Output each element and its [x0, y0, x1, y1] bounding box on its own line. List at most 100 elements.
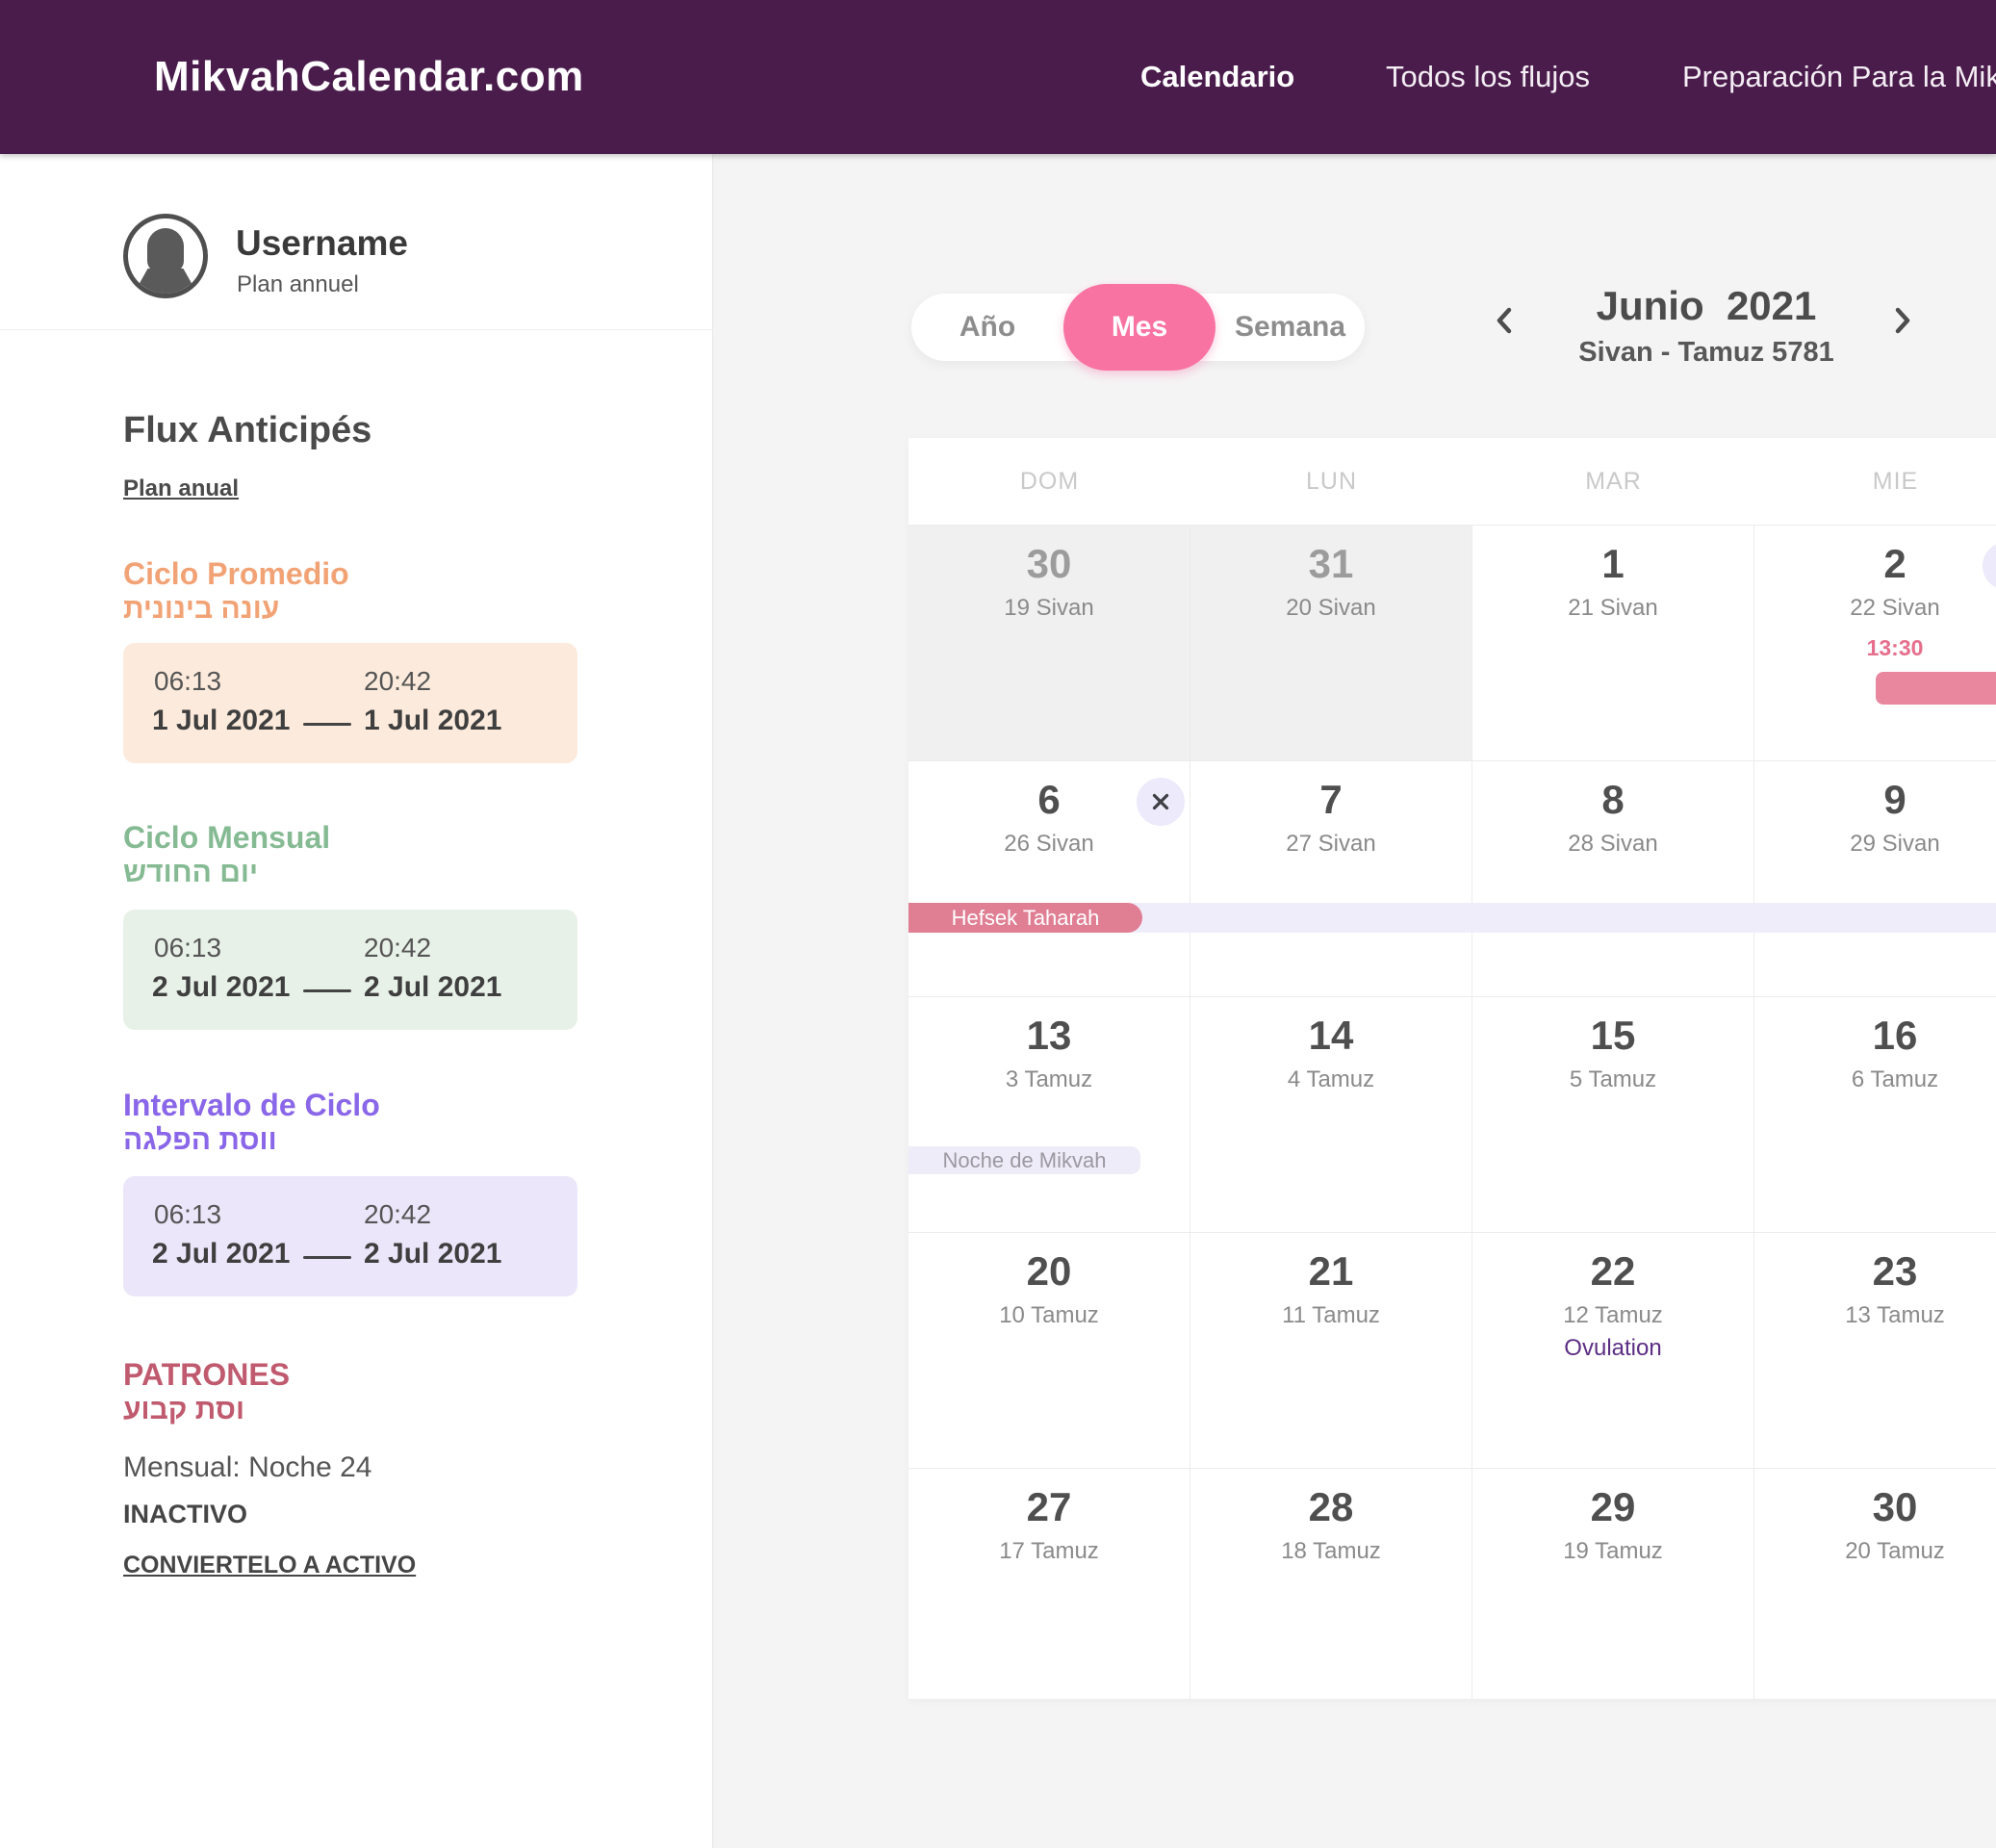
day-number: 14	[1190, 1013, 1471, 1059]
hebrew-date: 12 Tamuz	[1472, 1302, 1753, 1329]
week-row: 27 17 Tamuz 28 18 Tamuz 29 19 Tamuz 30 2…	[908, 1468, 1996, 1699]
day-cell[interactable]: 27 17 Tamuz	[908, 1469, 1190, 1699]
pattern-description: Mensual: Noche 24	[123, 1451, 372, 1484]
day-number: 2	[1754, 541, 1996, 587]
start-date: 2 Jul 2021	[152, 1238, 290, 1270]
day-cell[interactable]: 22 12 Tamuz Ovulation	[1472, 1233, 1754, 1468]
day-cell[interactable]: 14 4 Tamuz	[1190, 997, 1472, 1232]
hebrew-date: 21 Sivan	[1472, 595, 1753, 622]
day-number: 13	[908, 1013, 1190, 1059]
divider	[0, 329, 713, 330]
day-cell[interactable]: 23 13 Tamuz	[1754, 1233, 1996, 1468]
day-cell[interactable]: 8 28 Sivan	[1472, 761, 1754, 996]
day-cell[interactable]: 31 20 Sivan	[1190, 526, 1472, 760]
user-plan-label: Plan annuel	[237, 271, 359, 298]
week-row: Hefsek Taharah 6 26 Sivan 7 27 Sivan 8 2…	[908, 760, 1996, 996]
day-number: 23	[1754, 1248, 1996, 1295]
month-title: Junio 2021	[1514, 283, 1899, 329]
convert-to-active-link[interactable]: CONVIERTELO A ACTIVO	[123, 1552, 416, 1579]
intervalo-ciclo-card[interactable]: 06:13 20:42 2 Jul 2021 2 Jul 2021	[123, 1176, 577, 1296]
hebrew-date: 20 Tamuz	[1754, 1538, 1996, 1565]
day-cell[interactable]: 21 11 Tamuz	[1190, 1233, 1472, 1468]
day-number: 9	[1754, 777, 1996, 823]
weekday-mie: MIE	[1754, 438, 1996, 525]
day-cell[interactable]: 15 5 Tamuz	[1472, 997, 1754, 1232]
event-start-time: 13:30	[1754, 635, 1996, 661]
day-cell[interactable]: 9 29 Sivan	[1754, 761, 1996, 996]
hebrew-date: 4 Tamuz	[1190, 1066, 1471, 1093]
view-month-button[interactable]: Mes	[1063, 284, 1216, 371]
hebrew-date: 3 Tamuz	[908, 1066, 1190, 1093]
nav-calendario[interactable]: Calendario	[1140, 0, 1294, 154]
noche-de-mikvah-badge[interactable]: Noche de Mikvah	[908, 1146, 1140, 1174]
day-number: 15	[1472, 1013, 1753, 1059]
day-number: 20	[908, 1248, 1190, 1295]
intervalo-ciclo-hebrew: ווסת הפלגה	[123, 1124, 277, 1157]
month-grid: DOM LUN MAR MIE 30 19 Sivan 31 20 Sivan …	[908, 438, 1996, 1699]
start-time: 06:13	[154, 1199, 221, 1230]
day-cell[interactable]: 6 26 Sivan	[908, 761, 1190, 996]
day-number: 22	[1472, 1248, 1753, 1295]
day-cell[interactable]: 28 18 Tamuz	[1190, 1469, 1472, 1699]
period-event-bar[interactable]	[1876, 672, 1996, 705]
end-date: 1 Jul 2021	[364, 705, 501, 737]
ciclo-mensual-title: Ciclo Mensual	[123, 820, 330, 856]
hebrew-date: 13 Tamuz	[1754, 1302, 1996, 1329]
nav-todos-los-flujos[interactable]: Todos los flujos	[1386, 0, 1590, 154]
day-cell[interactable]: 1 21 Sivan	[1472, 526, 1754, 760]
hebrew-month-range: Sivan - Tamuz 5781	[1514, 337, 1899, 369]
ciclo-promedio-title: Ciclo Promedio	[123, 556, 349, 592]
day-number: 21	[1190, 1248, 1471, 1295]
plan-anual-link[interactable]: Plan anual	[123, 475, 239, 502]
close-icon[interactable]	[1137, 778, 1185, 826]
hebrew-date: 6 Tamuz	[1754, 1066, 1996, 1093]
hebrew-date: 19 Sivan	[908, 595, 1190, 622]
user-avatar-icon	[123, 214, 208, 298]
ciclo-mensual-card[interactable]: 06:13 20:42 2 Jul 2021 2 Jul 2021	[123, 910, 577, 1030]
hebrew-date: 5 Tamuz	[1472, 1066, 1753, 1093]
hebrew-date: 19 Tamuz	[1472, 1538, 1753, 1565]
day-cell[interactable]: 30 20 Tamuz	[1754, 1469, 1996, 1699]
hebrew-date: 11 Tamuz	[1190, 1302, 1471, 1329]
calendar-area: Año Mes Semana Junio 2021 Sivan - Tamuz …	[713, 154, 1996, 1848]
weekday-lun: LUN	[1190, 438, 1472, 525]
day-cell[interactable]: 29 19 Tamuz	[1472, 1469, 1754, 1699]
top-bar: MikvahCalendar.com Calendario Todos los …	[0, 0, 1996, 154]
patrones-title: PATRONES	[123, 1357, 290, 1393]
day-number: 31	[1190, 541, 1471, 587]
weekday-header-row: DOM LUN MAR MIE	[908, 438, 1996, 525]
hefsek-taharah-badge[interactable]: Hefsek Taharah	[908, 903, 1142, 933]
ovulation-label[interactable]: Ovulation	[1472, 1335, 1753, 1362]
app-logo[interactable]: MikvahCalendar.com	[154, 0, 584, 154]
week-row: 20 10 Tamuz 21 11 Tamuz 22 12 Tamuz Ovul…	[908, 1232, 1996, 1468]
day-cell[interactable]: 7 27 Sivan	[1190, 761, 1472, 996]
week-row: 30 19 Sivan 31 20 Sivan 1 21 Sivan 2 22 …	[908, 525, 1996, 760]
day-number: 30	[1754, 1484, 1996, 1530]
day-number: 8	[1472, 777, 1753, 823]
day-cell[interactable]: 13 3 Tamuz Noche de Mikvah	[908, 997, 1190, 1232]
day-number: 7	[1190, 777, 1471, 823]
hebrew-date: 27 Sivan	[1190, 831, 1471, 858]
day-number: 16	[1754, 1013, 1996, 1059]
day-cell[interactable]: 16 6 Tamuz	[1754, 997, 1996, 1232]
view-toggle: Año Mes Semana	[911, 294, 1365, 361]
date-range-dash	[303, 989, 351, 992]
next-month-button[interactable]	[1880, 298, 1924, 343]
start-time: 06:13	[154, 666, 221, 697]
end-time: 20:42	[364, 666, 431, 697]
start-date: 1 Jul 2021	[152, 705, 290, 737]
day-cell[interactable]: 30 19 Sivan	[908, 526, 1190, 760]
day-cell[interactable]: 20 10 Tamuz	[908, 1233, 1190, 1468]
sidebar: Username Plan annuel Flux Anticipés Plan…	[0, 154, 713, 1848]
view-year-button[interactable]: Año	[911, 294, 1063, 361]
hebrew-date: 29 Sivan	[1754, 831, 1996, 858]
hebrew-date: 22 Sivan	[1754, 595, 1996, 622]
view-week-button[interactable]: Semana	[1216, 294, 1365, 361]
weekday-mar: MAR	[1472, 438, 1754, 525]
day-cell[interactable]: 2 22 Sivan 13:30	[1754, 526, 1996, 760]
nav-preparacion-mikvah[interactable]: Preparación Para la Mikvah	[1682, 0, 1996, 154]
hebrew-date: 20 Sivan	[1190, 595, 1471, 622]
end-date: 2 Jul 2021	[364, 971, 501, 1004]
date-range-dash	[303, 723, 351, 726]
ciclo-promedio-card[interactable]: 06:13 20:42 1 Jul 2021 1 Jul 2021	[123, 643, 577, 763]
